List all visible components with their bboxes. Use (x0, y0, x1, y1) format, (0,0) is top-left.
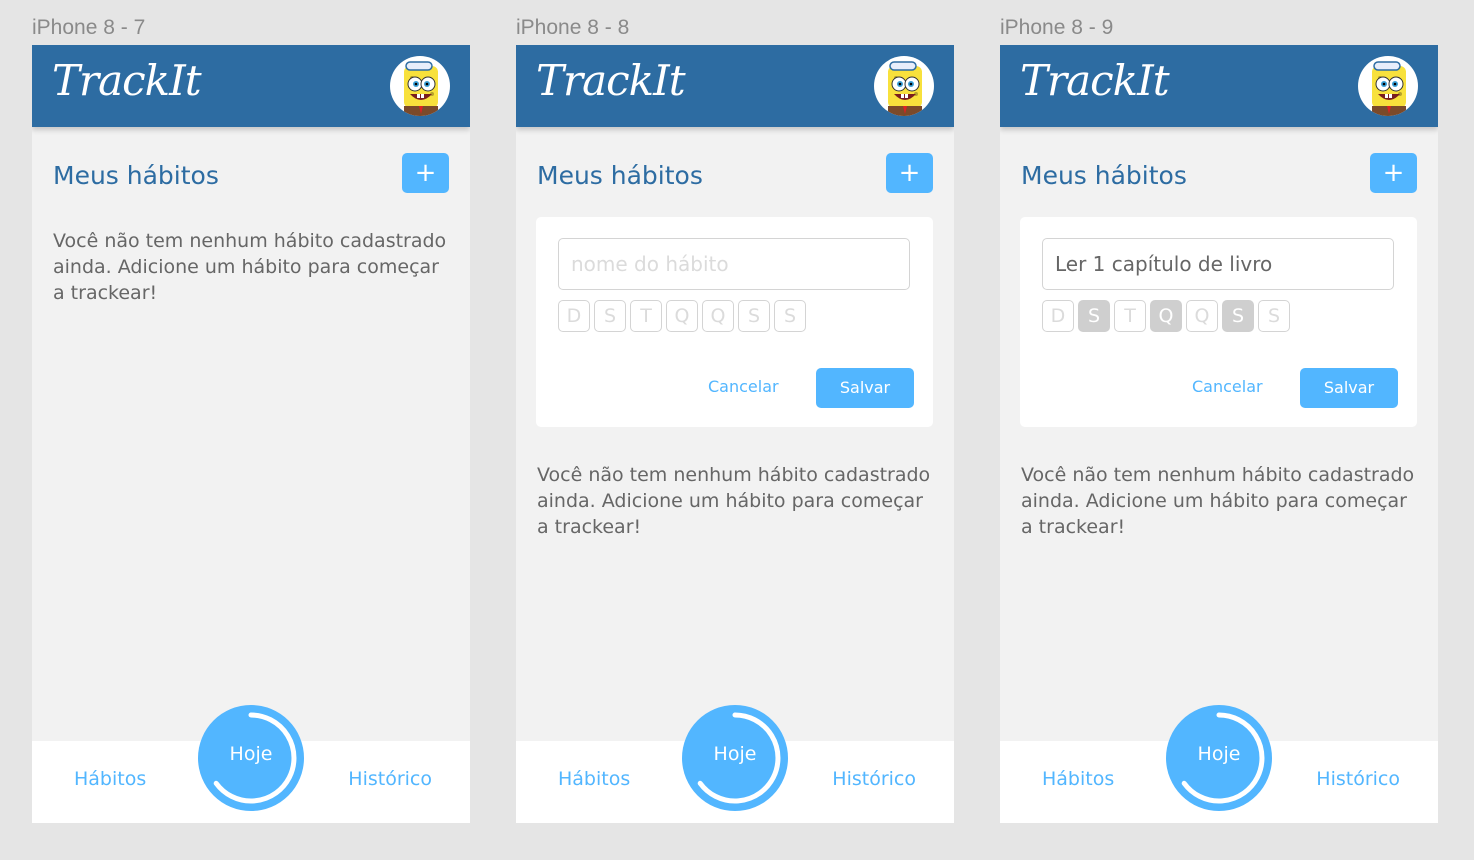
weekday-toggle-saturday[interactable]: S (774, 300, 806, 332)
weekday-toggle-monday[interactable]: S (1078, 300, 1110, 332)
weekday-toggle-friday[interactable]: S (1222, 300, 1254, 332)
weekday-toggle-tuesday[interactable]: T (630, 300, 662, 332)
weekday-toggle-saturday[interactable]: S (1258, 300, 1290, 332)
page-title: Meus hábitos (1021, 161, 1187, 190)
page-title: Meus hábitos (53, 161, 219, 190)
today-progress-button[interactable]: Hoje (682, 705, 788, 811)
habit-name-input[interactable] (558, 238, 910, 290)
weekday-selector: D S T Q Q S S (1042, 300, 1294, 334)
nav-habits-link[interactable]: Hábitos (558, 768, 630, 790)
top-bar: TrackIt (1000, 45, 1438, 127)
weekday-toggle-wednesday[interactable]: Q (666, 300, 698, 332)
nav-history-link[interactable]: Histórico (1316, 768, 1400, 790)
new-habit-form: D S T Q Q S S Cancelar Salvar (1020, 217, 1417, 427)
empty-habits-message: Você não tem nenhum hábito cadastrado ai… (1021, 464, 1415, 538)
weekday-toggle-monday[interactable]: S (594, 300, 626, 332)
add-habit-button[interactable]: + (886, 153, 933, 193)
cancel-button[interactable]: Cancelar (708, 377, 779, 396)
add-habit-button[interactable]: + (402, 153, 449, 193)
weekday-toggle-tuesday[interactable]: T (1114, 300, 1146, 332)
habit-name-input[interactable] (1042, 238, 1394, 290)
save-button[interactable]: Salvar (1300, 368, 1398, 408)
frame-label: iPhone 8 - 9 (1000, 16, 1114, 39)
empty-habits-message: Você não tem nenhum hábito cadastrado ai… (537, 464, 931, 538)
today-progress-button[interactable]: Hoje (198, 705, 304, 811)
today-label: Hoje (229, 743, 273, 765)
nav-habits-link[interactable]: Hábitos (74, 768, 146, 790)
new-habit-form: D S T Q Q S S Cancelar Salvar (536, 217, 933, 427)
page-title: Meus hábitos (537, 161, 703, 190)
today-label: Hoje (713, 743, 757, 765)
today-progress-button[interactable]: Hoje (1166, 705, 1272, 811)
weekday-toggle-thursday[interactable]: Q (1186, 300, 1218, 332)
top-bar: TrackIt (516, 45, 954, 127)
phone-screen-habits-new-form: TrackIt Meus hábitos + D S T Q (516, 45, 954, 823)
empty-habits-message: Você não tem nenhum hábito cadastrado ai… (53, 230, 447, 304)
nav-history-link[interactable]: Histórico (832, 768, 916, 790)
weekday-toggle-thursday[interactable]: Q (702, 300, 734, 332)
nav-history-link[interactable]: Histórico (348, 768, 432, 790)
nav-habits-link[interactable]: Hábitos (1042, 768, 1114, 790)
app-logo: TrackIt (1020, 56, 1170, 105)
app-logo: TrackIt (52, 56, 202, 105)
weekday-toggle-sunday[interactable]: D (1042, 300, 1074, 332)
weekday-selector: D S T Q Q S S (558, 300, 810, 334)
frame-label: iPhone 8 - 7 (32, 16, 146, 39)
frame-label: iPhone 8 - 8 (516, 16, 630, 39)
weekday-toggle-sunday[interactable]: D (558, 300, 590, 332)
top-bar: TrackIt (32, 45, 470, 127)
weekday-toggle-wednesday[interactable]: Q (1150, 300, 1182, 332)
spongebob-avatar-icon[interactable] (874, 56, 934, 116)
spongebob-avatar-icon[interactable] (390, 56, 450, 116)
save-button[interactable]: Salvar (816, 368, 914, 408)
app-logo: TrackIt (536, 56, 686, 105)
spongebob-avatar-icon[interactable] (1358, 56, 1418, 116)
phone-screen-habits-empty: TrackIt Meus hábitos + Você não tem nenh… (32, 45, 470, 823)
cancel-button[interactable]: Cancelar (1192, 377, 1263, 396)
today-label: Hoje (1197, 743, 1241, 765)
weekday-toggle-friday[interactable]: S (738, 300, 770, 332)
add-habit-button[interactable]: + (1370, 153, 1417, 193)
phone-screen-habits-filled-form: TrackIt Meus hábitos + D S T Q (1000, 45, 1438, 823)
